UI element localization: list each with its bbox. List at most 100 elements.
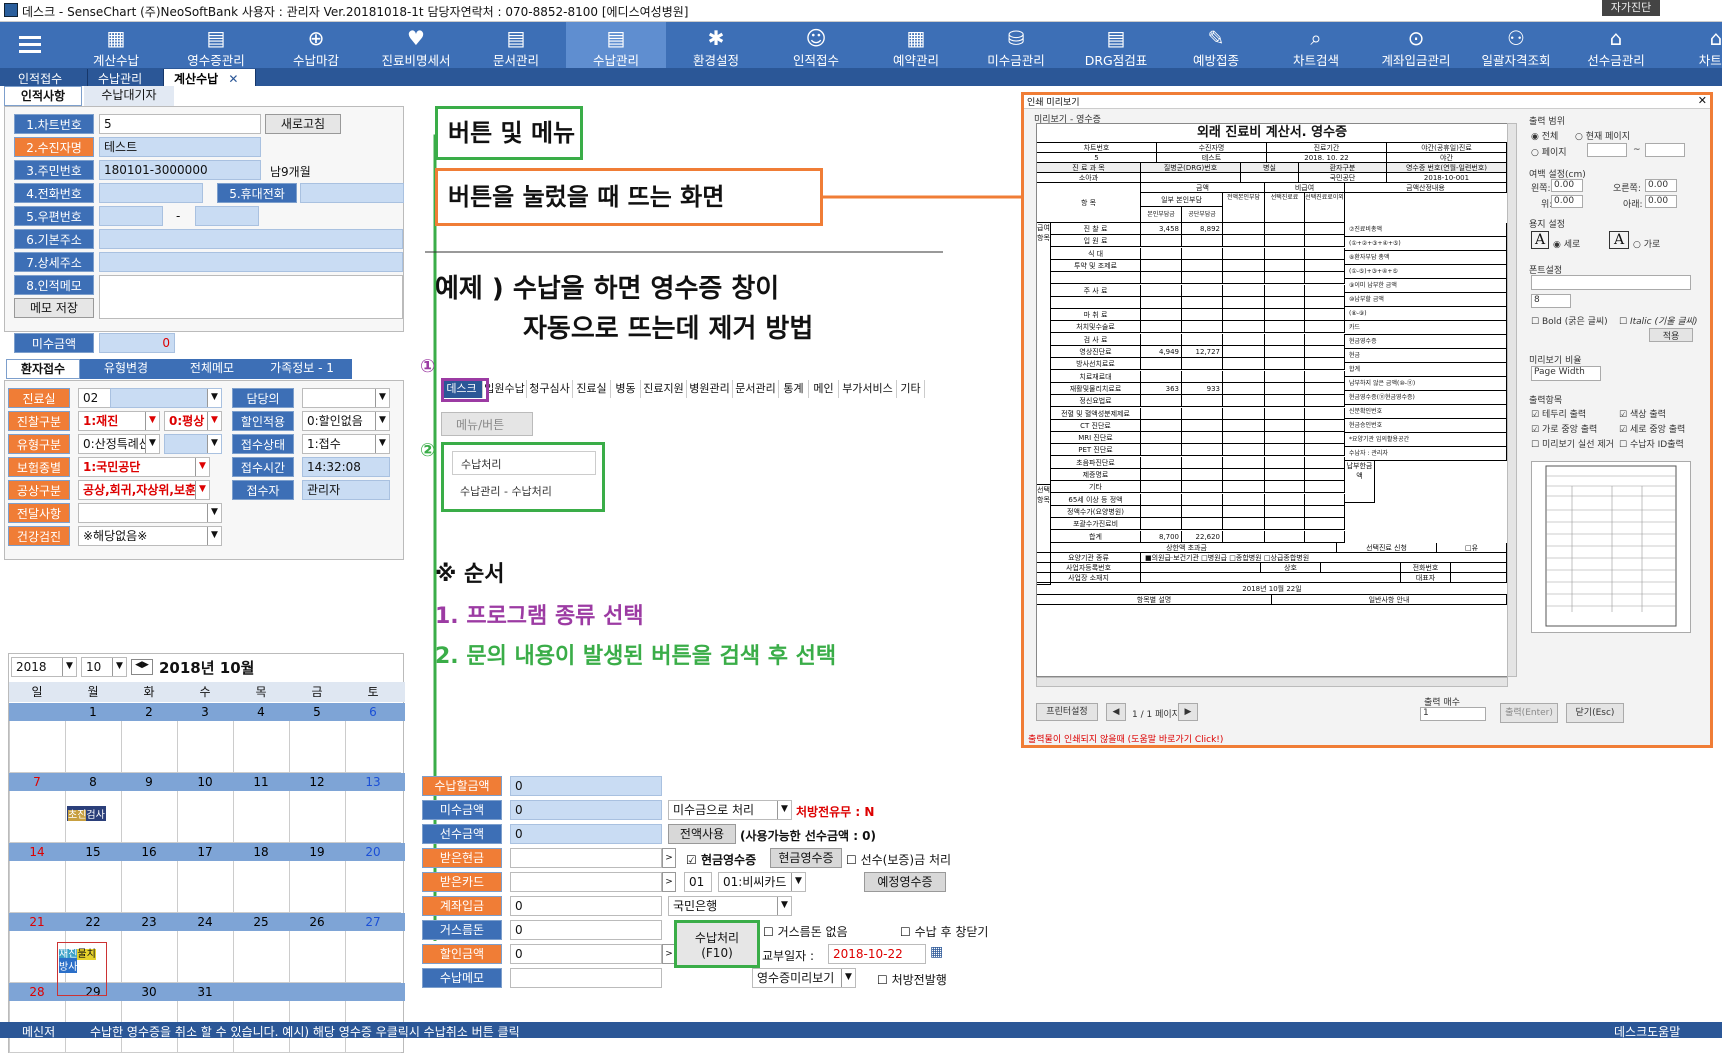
pay-arrow-3[interactable]: > [662, 848, 676, 868]
menu-5[interactable]: 진료지원 [641, 380, 687, 398]
preview-hscrollbar[interactable] [1036, 677, 1508, 687]
day-cell[interactable] [233, 791, 289, 843]
day-26[interactable]: 26 [289, 913, 345, 931]
day-cell[interactable] [289, 791, 345, 843]
day-cell[interactable] [177, 721, 233, 773]
print-help-link[interactable]: 출력물이 인쇄되지 않을때 (도움말 바로가기 Click!) [1028, 732, 1223, 745]
phone-input[interactable] [99, 183, 203, 203]
pay-value-8[interactable] [510, 968, 662, 988]
ribbon-item-12[interactable]: ⌕ 차트검색 [1266, 22, 1366, 68]
reception-value-2[interactable]: 0:산정특례산정 ▼ [78, 434, 160, 454]
prev-page-icon[interactable]: ◀ [1106, 703, 1126, 721]
margin-bottom-input[interactable]: 0.00 [1645, 195, 1677, 208]
pay-value-6[interactable]: 0 [510, 920, 662, 940]
day-21[interactable]: 21 [9, 913, 65, 931]
day-cell[interactable] [121, 861, 177, 913]
month-select[interactable]: 10 ▼ [81, 657, 127, 677]
menu-11[interactable]: 기타 [897, 380, 925, 398]
pay-value-0[interactable]: 0 [510, 776, 662, 796]
day-15[interactable]: 15 [65, 843, 121, 861]
rrn-input[interactable]: 180101-3000000 [99, 160, 261, 180]
pay-checkbox-8[interactable]: ☐ 처방전발행 [877, 971, 947, 988]
reception-value-6[interactable]: ※해당없음※ ▼ [78, 526, 222, 546]
memo-textarea[interactable] [99, 275, 403, 319]
mobile-input[interactable] [300, 183, 404, 203]
ribbon-item-7[interactable]: ☺ 인적접수 [766, 22, 866, 68]
day-cell[interactable] [289, 861, 345, 913]
day-cell[interactable] [233, 721, 289, 773]
day-8[interactable]: 8 [65, 773, 121, 791]
next-page-icon[interactable]: ▶ [1178, 703, 1198, 721]
day-cell[interactable] [177, 861, 233, 913]
pay-value-5[interactable]: 0 [510, 896, 662, 916]
reception-rvalue-3[interactable]: 14:32:08 [302, 457, 390, 477]
addr1-input[interactable] [99, 229, 403, 249]
menu-3[interactable]: 진료실 [573, 380, 611, 398]
remove-line-checkbox[interactable]: ☐ 미리보기 실선 제거 [1531, 437, 1614, 450]
menu-7[interactable]: 문서관리 [733, 380, 779, 398]
vcenter-checkbox[interactable]: ☑ 세로 중앙 출력 [1619, 422, 1685, 435]
patient-name-input[interactable]: 테스트 [99, 137, 261, 157]
reception-value-5[interactable]: ▼ [78, 503, 222, 523]
ribbon-item-15[interactable]: ⌂ 선수금관리 [1566, 22, 1666, 68]
tab-payment-management[interactable]: 수납관리 [88, 69, 164, 86]
reception-value-3[interactable]: 1:국민공단 ▼ [78, 457, 210, 477]
reception-rvalue-4[interactable]: 관리자 [302, 480, 390, 500]
day-5[interactable]: 5 [289, 703, 345, 721]
pay-btn-4[interactable]: 예정영수증 [864, 872, 946, 892]
day-9[interactable]: 9 [121, 773, 177, 791]
ribbon-item-10[interactable]: ▤ DRG점검표 [1066, 22, 1166, 68]
day-12[interactable]: 12 [289, 773, 345, 791]
menu-6[interactable]: 병원관리 [687, 380, 733, 398]
zip-input-1[interactable] [99, 206, 163, 226]
day-cell[interactable] [121, 721, 177, 773]
ribbon-item-6[interactable]: ✱ 환경설정 [666, 22, 766, 68]
pay-btn-2[interactable]: 전액사용 [668, 824, 736, 844]
bold-checkbox[interactable]: ☐ Bold (굵은 글씨) [1531, 314, 1608, 327]
day-cell[interactable] [233, 861, 289, 913]
day-24[interactable]: 24 [177, 913, 233, 931]
ribbon-item-2[interactable]: ⊕ 수납마감 [266, 22, 366, 68]
day-22[interactable]: 22 [65, 913, 121, 931]
day-cell[interactable] [9, 721, 65, 773]
prev-next-month-buttons[interactable]: ◀▶ [131, 659, 153, 675]
pay-value-3[interactable] [510, 848, 662, 868]
pay-select-5[interactable]: 국민은행 ▼ [668, 896, 792, 916]
subtab-waiting-list[interactable]: 수납대기자 [84, 86, 174, 106]
day-25[interactable]: 25 [233, 913, 289, 931]
border-checkbox[interactable]: ☑ 테두리 출력 [1531, 407, 1586, 420]
addr2-input[interactable] [99, 252, 403, 272]
ribbon-item-5[interactable]: ▤ 수납관리 [566, 22, 666, 68]
menu-1[interactable]: 입원수납 [483, 380, 527, 398]
copies-input[interactable]: 1 [1420, 707, 1486, 721]
reception-rvalue-1[interactable]: 0:할인없음 ▼ [302, 411, 390, 431]
ratio-select[interactable]: Page Width [1531, 366, 1601, 381]
zip-input-2[interactable] [195, 206, 259, 226]
font-select[interactable] [1531, 275, 1691, 290]
desk-help-button[interactable]: 데스크도움말 [1614, 1023, 1680, 1040]
pay-value-4[interactable] [510, 872, 662, 892]
margin-top-input[interactable]: 0.00 [1551, 195, 1583, 208]
ribbon-item-4[interactable]: ▤ 문서관리 [466, 22, 566, 68]
messenger-button[interactable]: 메신저 [22, 1023, 55, 1040]
day-cell[interactable] [65, 721, 121, 773]
reception-rvalue-2[interactable]: 1:접수 ▼ [302, 434, 390, 454]
day-1[interactable]: 1 [65, 703, 121, 721]
hcenter-checkbox[interactable]: ☑ 가로 중앙 출력 [1531, 422, 1597, 435]
day-31[interactable]: 31 [177, 983, 233, 1001]
reception-value-4[interactable]: 공상,회귀,자상위,보훈 ▼ [78, 480, 210, 500]
pay-checkbox-3[interactable]: ☑ 현금영수증 [686, 851, 756, 868]
day-20[interactable]: 20 [345, 843, 401, 861]
menu-8[interactable]: 통계 [779, 380, 809, 398]
tab-calc-payment[interactable]: 계산수납 ✕ [164, 69, 256, 86]
day-cell[interactable] [289, 931, 345, 983]
menu-9[interactable]: 메인 [809, 380, 839, 398]
reception-value-1[interactable]: 1:재진 ▼ [78, 411, 160, 431]
day-18[interactable]: 18 [233, 843, 289, 861]
pay-select-8[interactable]: 영수증미리보기 ▼ [752, 968, 856, 988]
memo-save-button[interactable]: 메모 저장 [14, 298, 94, 318]
print-button[interactable]: 출력(Enter) [1500, 703, 1558, 723]
room-select-extra[interactable]: ▼ [110, 388, 222, 408]
pay-value-7[interactable]: 0 [510, 944, 662, 964]
day-27[interactable]: 27 [345, 913, 401, 931]
